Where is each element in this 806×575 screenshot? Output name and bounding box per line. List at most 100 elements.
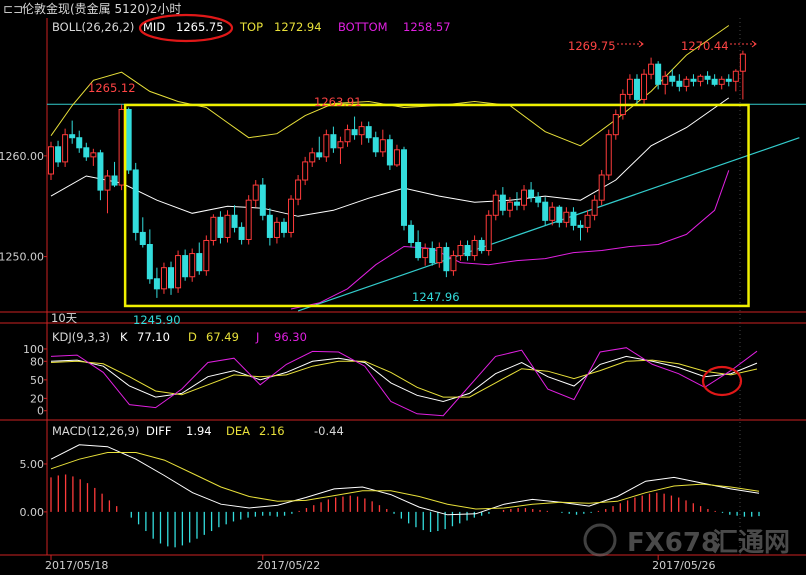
candle-up <box>485 214 492 252</box>
candle-up <box>252 184 259 201</box>
boll-bottom-value: 1258.57 <box>403 20 451 34</box>
candle-down <box>330 134 337 149</box>
candle-down <box>704 75 711 80</box>
highlight-box <box>123 103 750 308</box>
macd-header: MACD(12,26,9) DIFF 1.94 DEA 2.16 -0.44 <box>52 424 344 438</box>
candle-up <box>683 78 690 87</box>
annot-1247: 1247.96 <box>412 290 460 304</box>
candle-up <box>422 248 429 259</box>
candle-up <box>626 78 633 95</box>
candle-down <box>97 152 104 191</box>
candle-up <box>224 214 231 238</box>
candle-up <box>471 239 478 257</box>
candles <box>48 50 746 298</box>
kdj-tick-label: 80 <box>30 355 44 368</box>
candle-up <box>662 75 669 85</box>
candle-down <box>513 201 520 206</box>
highlight-box-rect <box>123 103 750 308</box>
macd-line-diff <box>50 444 760 516</box>
candle-down <box>217 216 224 238</box>
macd-tick-label: 5.00 <box>20 458 45 471</box>
candle-up <box>718 78 725 85</box>
macd-diff-value: 1.94 <box>186 424 212 438</box>
candle-down <box>415 241 422 259</box>
kdj-tick-label: 0 <box>37 405 44 418</box>
watermark-cn: 汇通网 <box>712 528 790 558</box>
candle-up <box>344 129 351 143</box>
kdj-d-value: 67.49 <box>206 330 239 344</box>
candle-down <box>259 184 266 216</box>
macd-axis-ticks: 5.00 0.00 <box>20 458 47 519</box>
candle-down <box>429 248 436 264</box>
candle-down <box>499 194 506 211</box>
panel-frames <box>0 18 806 556</box>
candle-down <box>316 152 323 158</box>
kdj-j-value: 96.30 <box>274 330 307 344</box>
candle-up <box>118 109 125 186</box>
candle-down <box>55 146 62 163</box>
date-tick-label: 2017/05/18 <box>45 559 108 572</box>
boll-mid-value: 1265.75 <box>176 20 224 34</box>
candle-up <box>584 214 591 228</box>
candle-up <box>521 189 528 206</box>
candle-up <box>605 134 612 176</box>
macd-dea-label: DEA <box>226 424 250 438</box>
candle-up <box>273 221 280 238</box>
price-axis-ticks: 1260.00 1250.00 <box>0 150 47 264</box>
candle-up <box>379 139 386 153</box>
candle-down <box>386 139 393 166</box>
candle-down <box>669 75 676 82</box>
candle-up <box>175 255 182 289</box>
watermark-fx: FX678 <box>627 528 719 558</box>
candle-down <box>711 78 718 85</box>
kdj-header: KDJ(9,3,3) K 77.10 D 67.49 J 96.30 <box>52 330 307 344</box>
annot-1245: 1245.90 <box>133 313 181 327</box>
candle-up <box>457 245 464 257</box>
candle-up <box>62 134 69 163</box>
price-tick-label: 1250.00 <box>0 251 44 264</box>
macd-diff-label: DIFF <box>146 424 171 438</box>
candle-up <box>302 161 309 181</box>
boll-top-value: 1272.94 <box>274 20 322 34</box>
candle-down <box>676 80 683 87</box>
candle-down <box>690 78 697 82</box>
candle-up <box>591 199 598 216</box>
candle-down <box>238 226 245 240</box>
date-axis: 2017/05/18 2017/05/22 2017/05/26 <box>45 555 716 572</box>
candle-down <box>633 78 640 100</box>
kdj-axis-ticks: 10080 50 200 <box>23 343 47 418</box>
kdj-line-d <box>50 359 758 398</box>
candle-down <box>125 109 132 171</box>
candle-up <box>648 63 655 75</box>
boll-top-label: TOP <box>239 20 263 34</box>
candle-down <box>139 231 146 246</box>
kdj-tick-label: 50 <box>30 374 44 387</box>
watermark: FX678 汇通网 <box>583 523 790 558</box>
candle-up <box>739 53 746 72</box>
candle-down <box>556 206 563 223</box>
candle-down <box>76 137 83 149</box>
candle-up <box>641 73 648 100</box>
candle-up <box>492 194 499 216</box>
boll-label: BOLL(26,26,2) <box>52 20 134 34</box>
price-tick-label: 1260.00 <box>0 150 44 163</box>
macd-value: -0.44 <box>314 424 344 438</box>
candle-down <box>196 253 203 272</box>
candle-down <box>153 278 160 290</box>
candle-up <box>450 255 457 272</box>
candle-down <box>401 149 407 226</box>
candle-up <box>337 141 344 149</box>
candle-up <box>393 149 400 166</box>
candle-up <box>506 201 513 211</box>
candle-down <box>464 245 471 257</box>
candle-down <box>111 175 118 186</box>
candle-down <box>528 189 535 198</box>
candle-up <box>323 134 330 158</box>
chart-svg[interactable]: BOLL(26,26,2) MID 1265.75 TOP 1272.94 BO… <box>0 0 806 575</box>
macd-dea-value: 2.16 <box>259 424 285 438</box>
boll-header: BOLL(26,26,2) MID 1265.75 TOP 1272.94 BO… <box>52 20 451 34</box>
boll-bottom-line <box>290 170 730 310</box>
kdj-k-value: 77.10 <box>137 330 170 344</box>
kdj-j-label: J <box>255 330 259 344</box>
candle-up <box>90 152 97 158</box>
